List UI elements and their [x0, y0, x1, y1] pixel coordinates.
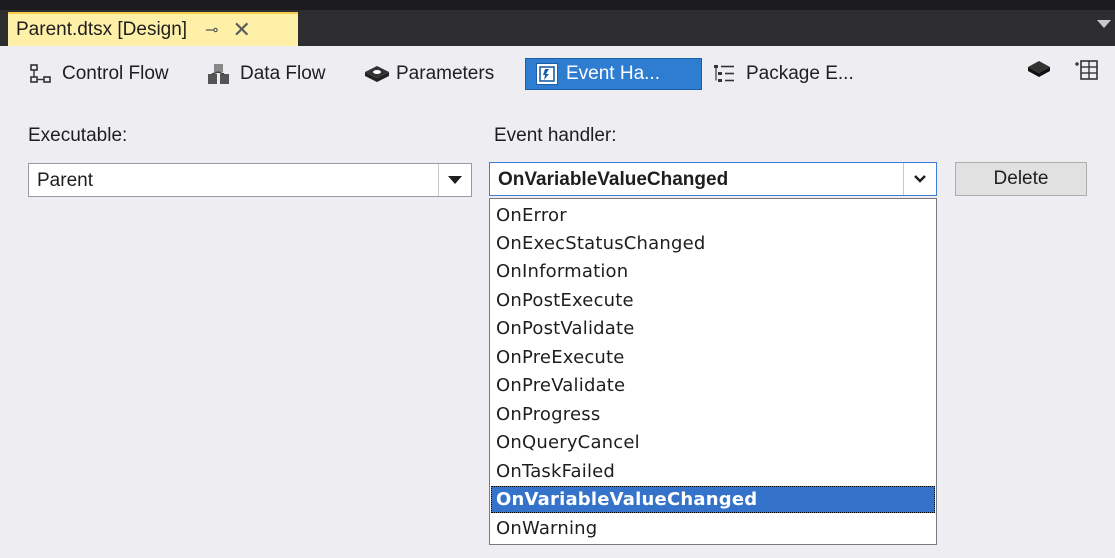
dropdown-option[interactable]: OnPostExecute: [491, 287, 935, 314]
tab-data-flow[interactable]: Data Flow: [206, 58, 326, 90]
dropdown-option[interactable]: OnProgress: [491, 401, 935, 428]
package-explorer-icon: [712, 62, 738, 86]
close-icon[interactable]: ✕: [233, 19, 251, 41]
dropdown-option[interactable]: OnError: [491, 202, 935, 229]
package-part-icon[interactable]: [1026, 58, 1050, 82]
dropdown-option[interactable]: OnInformation: [491, 258, 935, 285]
tab-label: Event Ha...: [566, 63, 660, 84]
tab-label: Parameters: [396, 63, 495, 84]
tab-label: Data Flow: [240, 63, 326, 84]
variables-grid-icon[interactable]: [1074, 58, 1098, 82]
document-tab-title: Parent.dtsx [Design]: [16, 19, 188, 40]
dropdown-option[interactable]: OnPostValidate: [491, 315, 935, 342]
tab-overflow-chevron-icon[interactable]: [1097, 20, 1111, 28]
tab-parameters[interactable]: Parameters: [362, 58, 494, 90]
dropdown-option-selected[interactable]: OnVariableValueChanged: [491, 486, 935, 513]
dropdown-option[interactable]: OnWarning: [491, 515, 935, 542]
event-handlers-icon: [536, 63, 558, 85]
control-flow-icon: [28, 62, 54, 86]
dropdown-option[interactable]: OnPreExecute: [491, 344, 935, 371]
tab-control-flow[interactable]: Control Flow: [28, 58, 169, 90]
document-tab-bar: Parent.dtsx [Design] ⊸ ✕: [0, 0, 1115, 46]
tab-label: Package E...: [746, 63, 854, 84]
tab-event-handlers[interactable]: Event Ha...: [525, 58, 702, 90]
delete-button[interactable]: Delete: [955, 162, 1087, 196]
event-handler-dropdown-arrow-icon[interactable]: [903, 163, 936, 195]
executable-value: Parent: [37, 170, 93, 191]
dropdown-option[interactable]: OnExecStatusChanged: [491, 230, 935, 257]
designer-tab-strip: Control Flow Data Flow Parameters Event …: [0, 48, 1115, 100]
executable-label: Executable:: [28, 125, 128, 146]
document-tab-parent-dtsx[interactable]: Parent.dtsx [Design] ⊸ ✕: [8, 12, 298, 46]
event-handler-value: OnVariableValueChanged: [498, 169, 729, 190]
event-handler-label: Event handler:: [494, 125, 617, 146]
event-handler-select[interactable]: OnVariableValueChanged: [489, 162, 937, 196]
dropdown-option[interactable]: OnQueryCancel: [491, 429, 935, 456]
parameters-icon: [362, 62, 389, 86]
dropdown-option[interactable]: OnTaskFailed: [491, 458, 935, 485]
executable-dropdown-arrow-icon[interactable]: [438, 164, 471, 196]
data-flow-icon: [206, 62, 232, 86]
executable-select[interactable]: Parent: [28, 163, 472, 197]
event-handler-dropdown-list: OnError OnExecStatusChanged OnInformatio…: [489, 198, 937, 545]
title-accent: [0, 0, 1115, 10]
tab-label: Control Flow: [62, 63, 169, 84]
pin-icon[interactable]: ⊸: [205, 20, 218, 40]
dropdown-option[interactable]: OnPreValidate: [491, 372, 935, 399]
tab-package-explorer[interactable]: Package E...: [712, 58, 854, 90]
